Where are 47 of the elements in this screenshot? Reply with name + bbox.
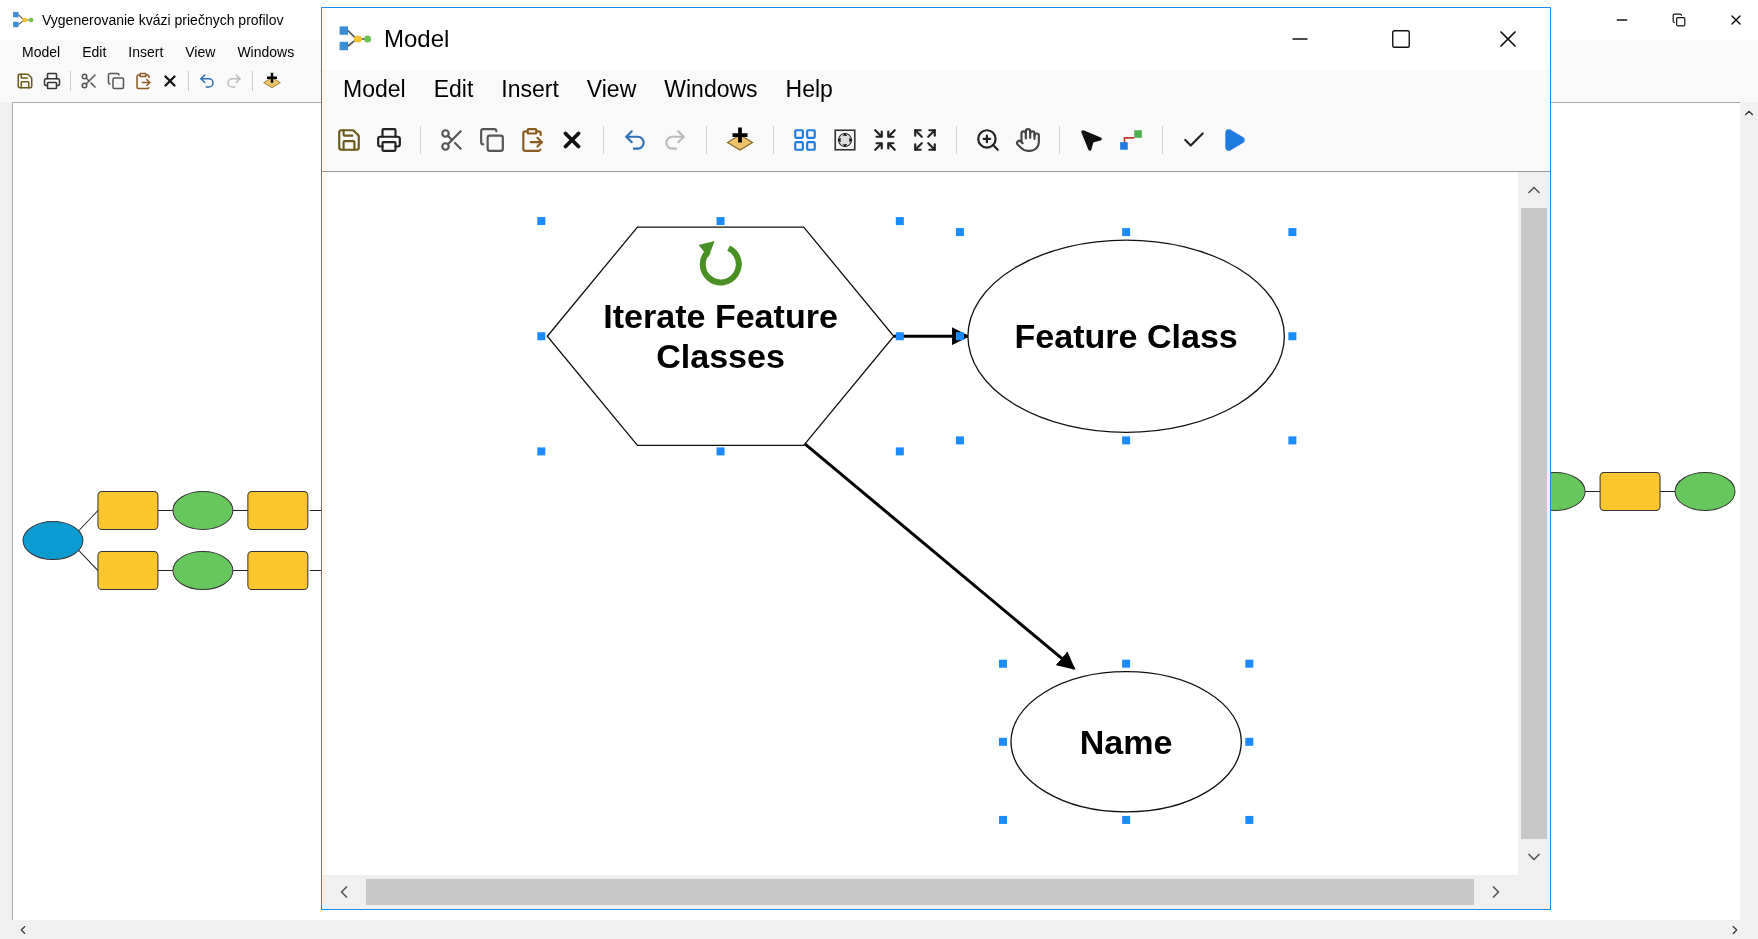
- node-label: Feature Class: [1013, 316, 1239, 358]
- model-app-icon: [12, 11, 34, 29]
- restore-icon[interactable]: [1672, 13, 1686, 27]
- selection-handles[interactable]: [998, 659, 1254, 824]
- model-app-icon: [338, 25, 372, 53]
- menu-item[interactable]: Model: [340, 71, 409, 107]
- cut-icon[interactable]: [80, 72, 98, 90]
- menu-item[interactable]: Windows: [233, 41, 299, 63]
- menu-item[interactable]: Insert: [124, 41, 168, 63]
- full-extent-icon[interactable]: [832, 126, 858, 153]
- vertical-scrollbar[interactable]: [1518, 172, 1550, 875]
- variable-node[interactable]: Feature Class: [967, 239, 1285, 433]
- expand-icon[interactable]: [912, 126, 938, 153]
- copy-icon[interactable]: [479, 126, 505, 153]
- iterator-node[interactable]: Iterate Feature Classes: [546, 226, 895, 447]
- print-icon[interactable]: [43, 72, 61, 90]
- iteration-icon: [698, 241, 742, 286]
- save-icon[interactable]: [16, 72, 34, 90]
- horizontal-scrollbar[interactable]: [322, 875, 1550, 909]
- shrink-icon[interactable]: [872, 126, 898, 153]
- undo-icon[interactable]: [198, 72, 216, 90]
- variable-node[interactable]: Name: [1010, 671, 1242, 813]
- node-label: Iterate Feature Classes: [602, 296, 839, 378]
- menu-item[interactable]: View: [181, 41, 220, 63]
- menu-item[interactable]: Insert: [498, 71, 562, 107]
- cut-icon[interactable]: [439, 126, 465, 153]
- paste-icon[interactable]: [134, 72, 152, 90]
- menu-item[interactable]: View: [583, 71, 640, 107]
- maximize-icon[interactable]: [1390, 28, 1412, 50]
- menu-item[interactable]: Help: [782, 71, 836, 107]
- window-title: Vygenerovanie kvázi priečnych profilov: [42, 10, 284, 30]
- save-icon[interactable]: [336, 126, 362, 153]
- zoom-in-icon[interactable]: [975, 126, 1001, 153]
- menu-item[interactable]: Edit: [78, 41, 111, 63]
- delete-icon[interactable]: [161, 72, 179, 90]
- selection-handles[interactable]: [955, 228, 1297, 445]
- menu-item[interactable]: Windows: [661, 71, 761, 107]
- paste-icon[interactable]: [519, 126, 545, 153]
- menu-item[interactable]: Model: [18, 41, 65, 63]
- copy-icon[interactable]: [107, 72, 125, 90]
- menu-item[interactable]: Edit: [430, 71, 477, 107]
- node-label: Name: [1078, 721, 1174, 763]
- auto-layout-icon[interactable]: [792, 126, 818, 153]
- add-data-icon[interactable]: [262, 71, 282, 91]
- pan-icon[interactable]: [1015, 126, 1041, 153]
- print-icon[interactable]: [376, 126, 402, 153]
- window-title: Model: [384, 24, 450, 54]
